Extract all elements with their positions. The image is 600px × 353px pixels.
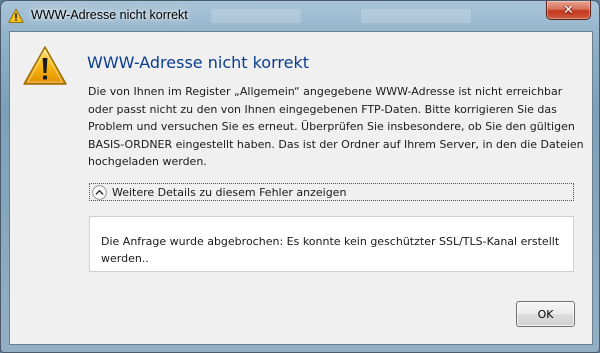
close-button[interactable]: ✕ — [546, 1, 591, 20]
warning-icon — [8, 8, 24, 24]
details-toggle-label: Weitere Details zu diesem Fehler anzeige… — [112, 185, 347, 199]
details-text: Die Anfrage wurde abgebrochen: Es konnte… — [101, 235, 560, 265]
dialog-window: WWW-Adresse nicht korrekt ✕ WWW-Adresse … — [0, 0, 600, 353]
ok-button[interactable]: OK — [516, 301, 575, 327]
dialog-content: WWW-Adresse nicht korrekt Die von Ihnen … — [9, 31, 593, 345]
show-details-toggle[interactable]: Weitere Details zu diesem Fehler anzeige… — [89, 183, 574, 201]
close-icon: ✕ — [563, 2, 574, 18]
title-bar[interactable]: WWW-Adresse nicht korrekt ✕ — [1, 1, 599, 31]
warning-icon — [22, 44, 68, 88]
window-title: WWW-Adresse nicht korrekt — [31, 8, 188, 22]
details-panel: Die Anfrage wurde abgebrochen: Es konnte… — [89, 216, 574, 272]
chevron-up-icon — [92, 184, 107, 200]
error-message: Die von Ihnen im Register „Allgemein“ an… — [88, 85, 584, 168]
dialog-heading: WWW-Adresse nicht korrekt — [87, 53, 309, 72]
